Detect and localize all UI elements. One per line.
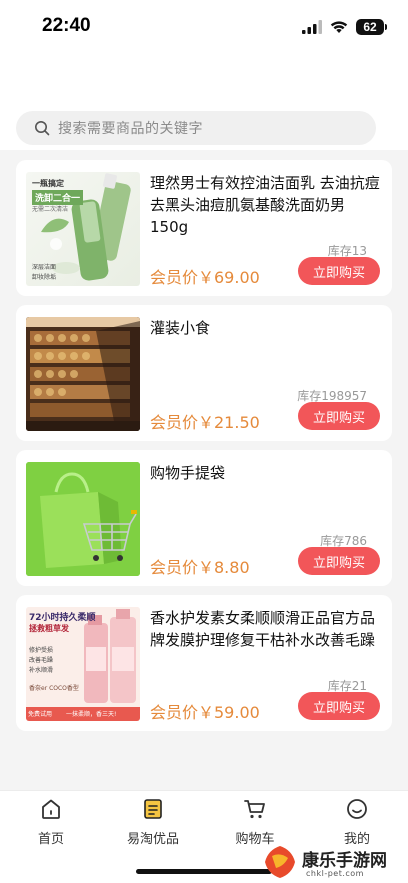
- member-price: 会员价￥8.80: [150, 558, 250, 577]
- product-card[interactable]: 灌装小食 库存198957 会员价￥21.50 立即购买: [16, 305, 392, 441]
- tab-yitao-products[interactable]: 易淘优品: [102, 791, 204, 851]
- member-price: 会员价￥69.00: [150, 268, 260, 287]
- wifi-icon: [330, 21, 348, 33]
- buy-now-button[interactable]: 立即购买: [298, 257, 380, 285]
- image-tag-1: 深层洁面: [32, 264, 57, 271]
- watermark-logo-icon: [265, 846, 295, 878]
- product-image[interactable]: 一瓶搞定 洗卸二合一 无需二次清洁 深层洁面 卸妆除垢: [26, 172, 140, 286]
- image-slogan: 一抹柔顺，香三天!: [66, 711, 117, 718]
- watermark-title: 康乐手游网: [302, 851, 387, 871]
- status-bar: 22:40 62: [0, 0, 408, 54]
- search-icon: [35, 121, 50, 136]
- battery-level: 62: [363, 20, 377, 34]
- image-caption-2: 洗卸二合一: [32, 190, 84, 205]
- image-tag-1: 修护受损: [29, 647, 54, 654]
- status-icons: 62: [302, 17, 387, 37]
- cart-icon: [244, 800, 265, 819]
- product-card[interactable]: 购物手提袋 库存786 会员价￥8.80 立即购买: [16, 450, 392, 586]
- home-indicator: [136, 869, 272, 874]
- list-icon: [144, 799, 162, 819]
- buy-now-button[interactable]: 立即购买: [298, 692, 380, 720]
- member-price: 会员价￥21.50: [150, 413, 260, 432]
- product-card[interactable]: 一瓶搞定 洗卸二合一 无需二次清洁 深层洁面 卸妆除垢 理然男士有效控油洁面乳 …: [16, 160, 392, 296]
- product-image[interactable]: 72小时持久柔顺 拯救粗草发 修护受损 改善毛躁 补水顺滑 香奈er COCO香…: [26, 607, 140, 721]
- buy-now-button[interactable]: 立即购买: [298, 402, 380, 430]
- store-shelves-illustration: [26, 317, 140, 431]
- image-tag-3: 补水顺滑: [29, 667, 54, 674]
- status-time: 22:40: [42, 15, 91, 36]
- battery-icon: 62: [356, 19, 387, 35]
- product-image[interactable]: [26, 462, 140, 576]
- product-card[interactable]: 72小时持久柔顺 拯救粗草发 修护受损 改善毛躁 补水顺滑 香奈er COCO香…: [16, 595, 392, 731]
- image-brand: 香奈er COCO香型: [29, 685, 79, 692]
- image-trial-label: 免费试用: [28, 711, 53, 718]
- tab-yitao-label: 易淘优品: [126, 832, 179, 847]
- product-title[interactable]: 香水护发素女柔顺顺滑正品官方品牌发膜护理修复干枯补水改善毛躁: [150, 607, 382, 651]
- home-icon: [42, 799, 60, 819]
- image-caption-3: 无需二次清洁: [32, 206, 69, 213]
- watermark: 康乐手游网 chkl-pet.com: [262, 842, 402, 882]
- signal-icon: [302, 20, 322, 34]
- image-tag-2: 卸妆除垢: [32, 274, 57, 281]
- search-placeholder[interactable]: 搜索需要商品的关键字: [58, 118, 203, 138]
- product-image[interactable]: [26, 317, 140, 431]
- image-tag-2: 改善毛躁: [29, 657, 54, 664]
- user-icon: [347, 799, 367, 819]
- header-area: 22:40 62 搜索需要商品的关键字: [0, 0, 408, 150]
- tab-home-label: 首页: [37, 832, 64, 847]
- tab-home[interactable]: 首页: [0, 791, 102, 851]
- image-headline: 72小时持久柔顺: [29, 613, 96, 623]
- search-bar[interactable]: 搜索需要商品的关键字: [16, 111, 376, 145]
- member-price: 会员价￥59.00: [150, 703, 260, 722]
- image-caption-1: 一瓶搞定: [32, 179, 64, 188]
- shopping-bag-illustration: [26, 462, 140, 576]
- product-title[interactable]: 购物手提袋: [150, 462, 382, 484]
- image-subline: 拯救粗草发: [29, 624, 69, 633]
- watermark-url: chkl-pet.com: [306, 869, 364, 878]
- product-title[interactable]: 灌装小食: [150, 317, 382, 339]
- buy-now-button[interactable]: 立即购买: [298, 547, 380, 575]
- product-title[interactable]: 理然男士有效控油洁面乳 去油抗痘去黑头油痘肌氨基酸洗面奶男150g: [150, 172, 382, 238]
